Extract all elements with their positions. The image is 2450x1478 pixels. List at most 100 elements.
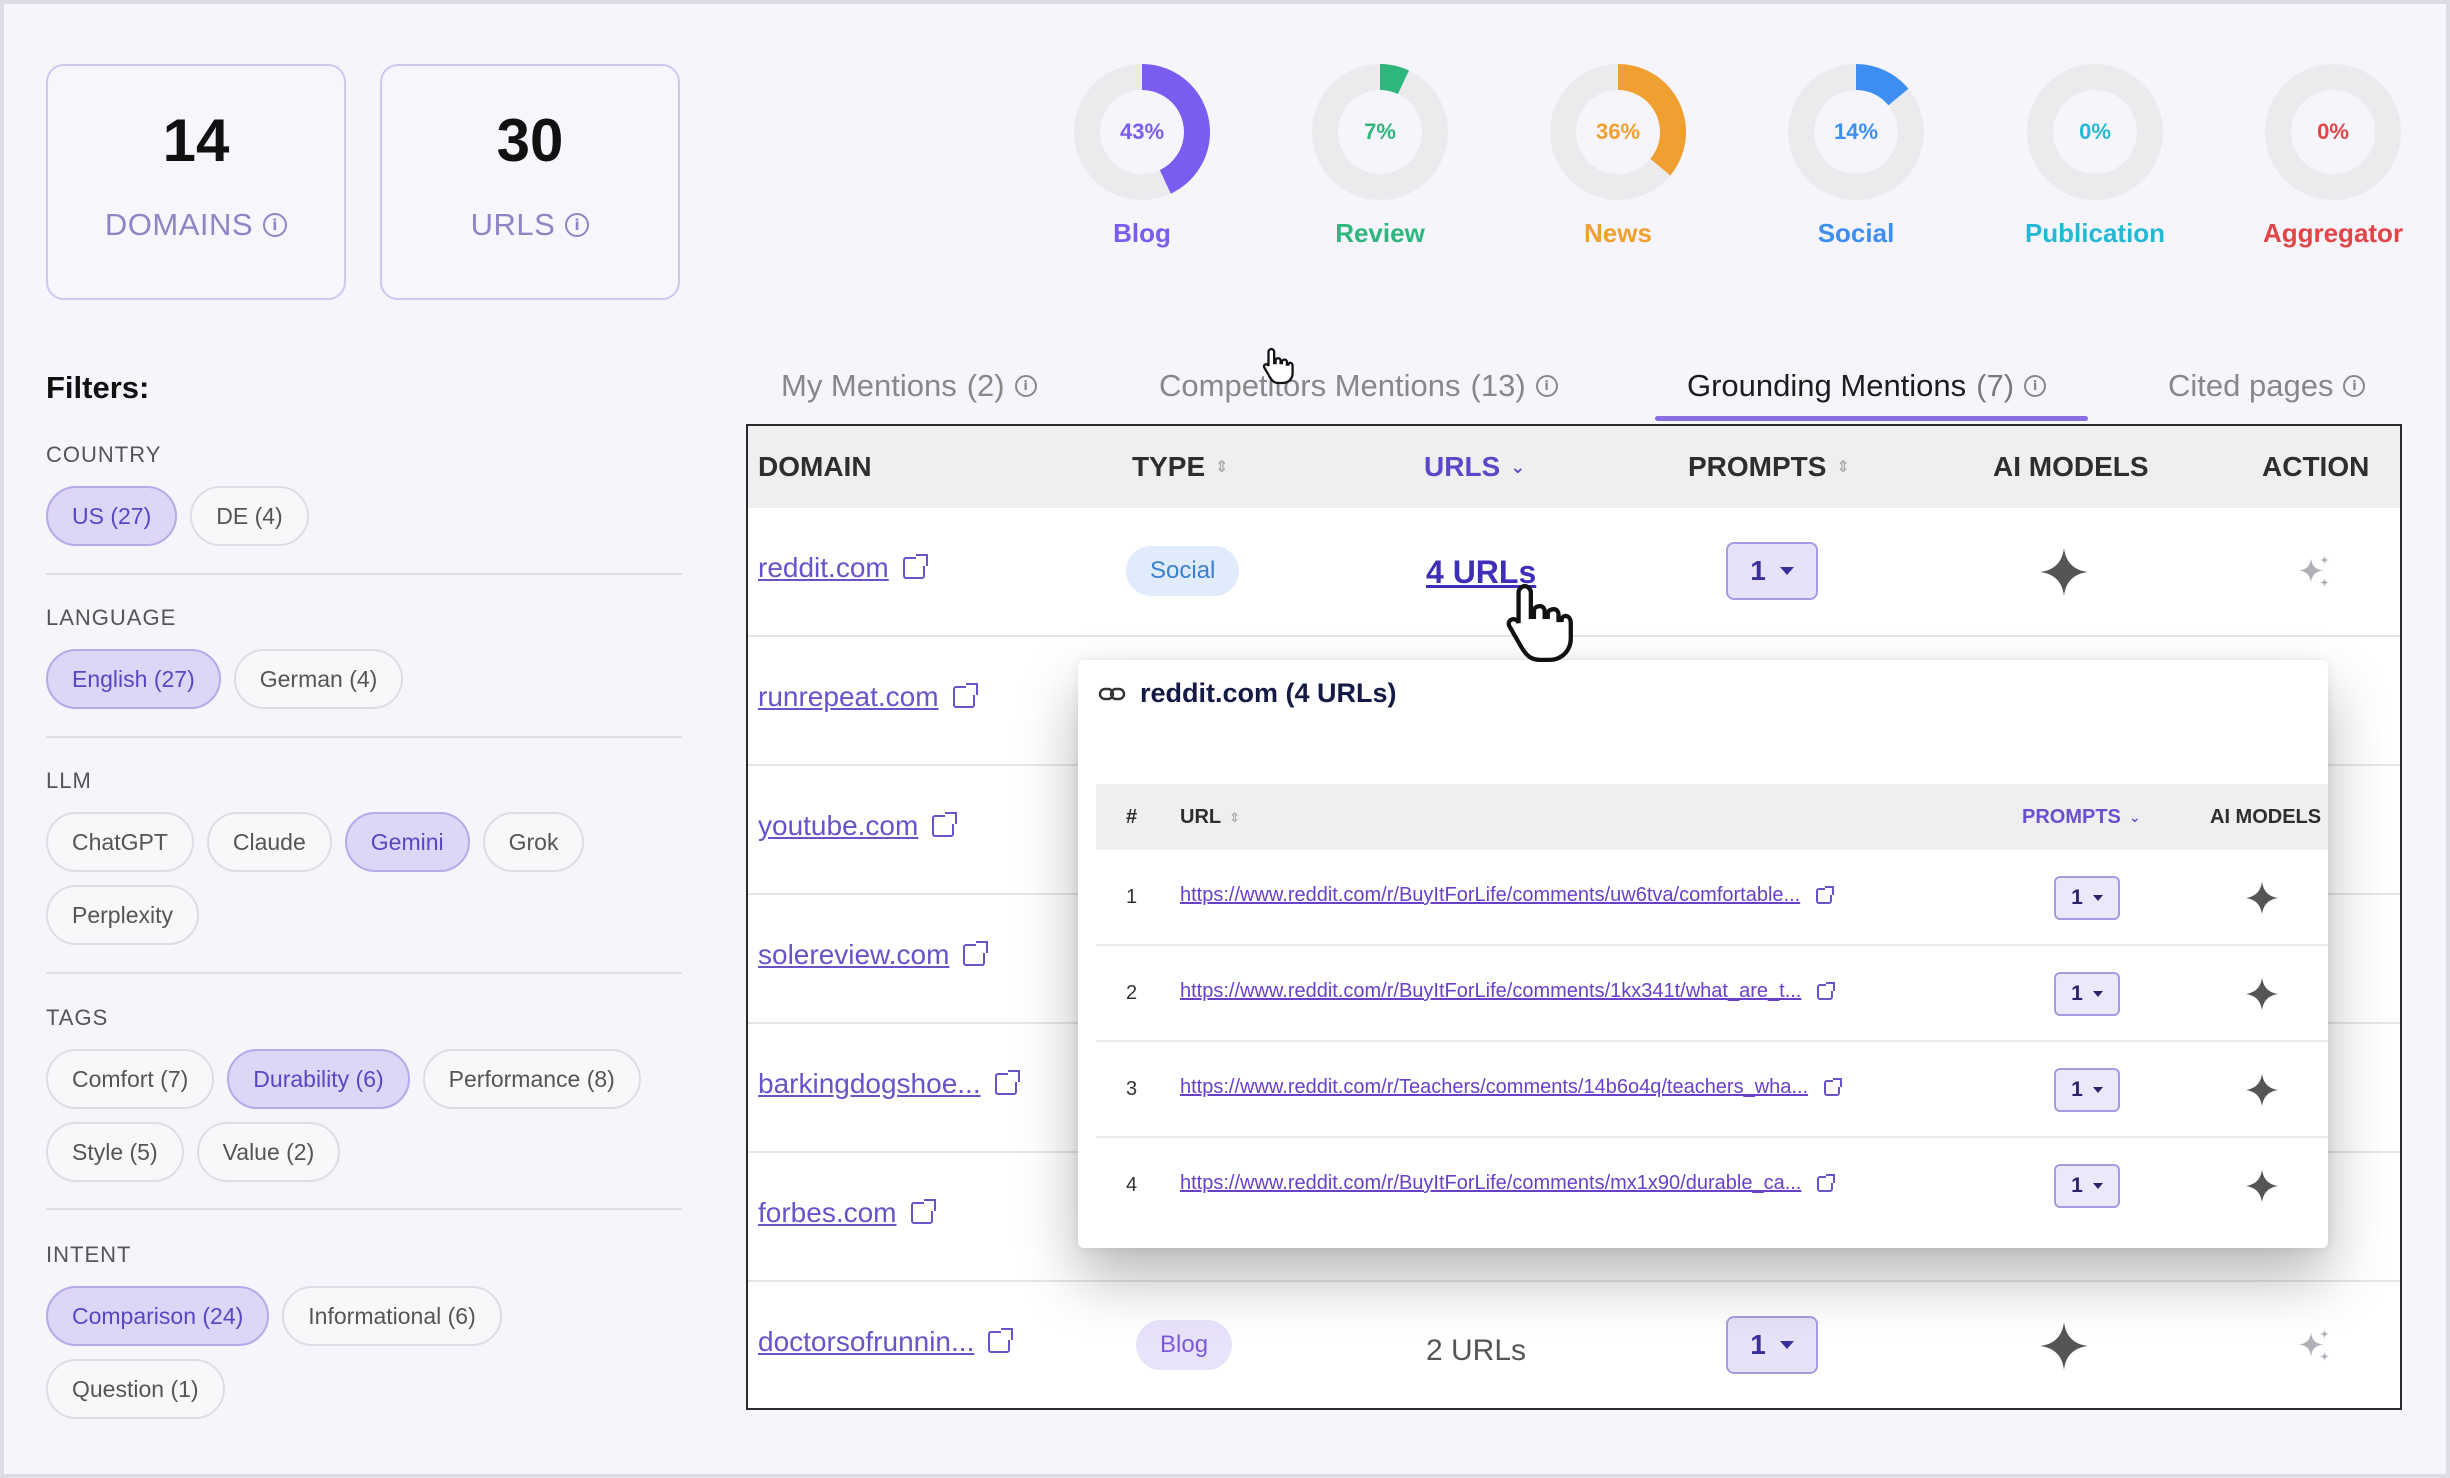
prompts-value: 1 bbox=[2071, 1078, 2083, 1101]
chip-us[interactable]: US (27) bbox=[46, 486, 178, 546]
domain-link[interactable]: runrepeat.com bbox=[758, 681, 978, 713]
urls-label: URLS bbox=[470, 207, 556, 242]
url-link[interactable]: https://www.reddit.com/r/Teachers/commen… bbox=[1180, 1076, 1843, 1099]
prompts-dropdown[interactable]: 1 bbox=[2054, 1164, 2120, 1208]
external-link-icon bbox=[994, 1070, 1020, 1095]
domains-label: DOMAINS bbox=[104, 207, 254, 242]
filter-language: LANGUAGE English (27) German (4) bbox=[46, 605, 682, 709]
chip-comfort[interactable]: Comfort (7) bbox=[46, 1049, 215, 1109]
info-icon[interactable]: i bbox=[263, 213, 288, 237]
domain-link[interactable]: reddit.com bbox=[758, 552, 928, 584]
url-text: https://www.reddit.com/r/BuyItForLife/co… bbox=[1180, 980, 1802, 1002]
domain-name: youtube.com bbox=[758, 810, 919, 841]
chip-style[interactable]: Style (5) bbox=[46, 1122, 184, 1182]
popup-col-prompts[interactable]: PROMPTS ⌄ bbox=[2022, 806, 2141, 829]
donut-news-pct: 36% bbox=[1595, 119, 1641, 144]
info-icon[interactable]: i bbox=[1535, 375, 1558, 397]
popup-col-url[interactable]: URL ⇕ bbox=[1180, 806, 1240, 829]
url-link[interactable]: https://www.reddit.com/r/BuyItForLife/co… bbox=[1180, 980, 1836, 1003]
tab-grounding-label: Grounding Mentions bbox=[1687, 368, 1967, 403]
popup-table-header: # URL ⇕ PROMPTS ⌄ AI MODELS bbox=[1096, 784, 2328, 850]
tab-grounding-mentions[interactable]: Grounding Mentions (7) i bbox=[1687, 368, 2047, 404]
col-urls-label: URLS bbox=[1424, 451, 1501, 482]
col-type-label: TYPE bbox=[1132, 451, 1206, 482]
col-prompts[interactable]: PROMPTS ⇕ bbox=[1688, 451, 1850, 483]
external-link-icon bbox=[1824, 1077, 1843, 1096]
tab-competitors-count: (13) bbox=[1470, 368, 1526, 403]
popup-url-row: 4 https://www.reddit.com/r/BuyItForLife/… bbox=[1096, 1138, 2328, 1234]
col-prompts-label: PROMPTS bbox=[1688, 451, 1827, 482]
donut-news[interactable]: 36% News bbox=[1538, 62, 1698, 249]
chip-chatgpt[interactable]: ChatGPT bbox=[46, 812, 194, 872]
donut-social-pct: 14% bbox=[1833, 119, 1879, 144]
info-icon[interactable]: i bbox=[2024, 375, 2047, 397]
url-link[interactable]: https://www.reddit.com/r/BuyItForLife/co… bbox=[1180, 884, 1835, 907]
chip-durability[interactable]: Durability (6) bbox=[227, 1049, 410, 1109]
chip-performance[interactable]: Performance (8) bbox=[422, 1049, 641, 1109]
chip-question[interactable]: Question (1) bbox=[46, 1359, 225, 1419]
filter-llm-heading: LLM bbox=[46, 768, 92, 793]
chip-perplexity[interactable]: Perplexity bbox=[46, 885, 199, 945]
chip-grok[interactable]: Grok bbox=[482, 812, 585, 872]
info-icon[interactable]: i bbox=[565, 213, 590, 237]
tab-grounding-count: (7) bbox=[1976, 368, 2015, 403]
col-urls[interactable]: URLS ⌄ bbox=[1424, 451, 1525, 483]
divider bbox=[46, 972, 682, 974]
domains-count: 14 bbox=[162, 107, 230, 174]
donut-publication-pct: 0% bbox=[2079, 119, 2111, 144]
sparkle-action-icon[interactable] bbox=[2296, 554, 2332, 590]
donut-social[interactable]: 14% Social bbox=[1776, 62, 1936, 249]
caret-down-icon bbox=[2092, 991, 2103, 997]
url-text: https://www.reddit.com/r/BuyItForLife/co… bbox=[1180, 884, 1801, 906]
domain-link[interactable]: solereview.com bbox=[758, 939, 989, 971]
prompts-value: 1 bbox=[1750, 1329, 1766, 1360]
tab-my-mentions-count: (2) bbox=[966, 368, 1005, 403]
domain-link[interactable]: youtube.com bbox=[758, 810, 958, 842]
domain-link[interactable]: doctorsofrunnin... bbox=[758, 1326, 1014, 1358]
prompts-dropdown[interactable]: 1 bbox=[2054, 1068, 2120, 1112]
donut-social-label: Social bbox=[1817, 218, 1895, 248]
filter-intent-heading: INTENT bbox=[46, 1242, 132, 1267]
chip-claude[interactable]: Claude bbox=[206, 812, 332, 872]
donut-publication[interactable]: 0% Publication bbox=[2015, 62, 2175, 249]
popup-url-row: 3 https://www.reddit.com/r/Teachers/comm… bbox=[1096, 1042, 2328, 1138]
prompts-value: 1 bbox=[2071, 886, 2083, 909]
tab-my-mentions[interactable]: My Mentions (2) i bbox=[781, 368, 1037, 404]
chip-comparison[interactable]: Comparison (24) bbox=[46, 1286, 270, 1346]
chip-value[interactable]: Value (2) bbox=[196, 1122, 341, 1182]
external-link-icon bbox=[932, 812, 958, 837]
urls-card: 30 URLS i bbox=[380, 64, 680, 300]
popup-col-num: # bbox=[1126, 806, 1138, 828]
info-icon[interactable]: i bbox=[2343, 375, 2366, 397]
donut-review-pct: 7% bbox=[1364, 119, 1396, 144]
chip-de[interactable]: DE (4) bbox=[190, 486, 309, 546]
chip-english[interactable]: English (27) bbox=[46, 649, 221, 709]
donut-blog-label: Blog bbox=[1113, 218, 1171, 248]
popup-url-row: 2 https://www.reddit.com/r/BuyItForLife/… bbox=[1096, 946, 2328, 1042]
domain-link[interactable]: barkingdogshoe... bbox=[758, 1068, 1020, 1100]
sparkle-action-icon[interactable] bbox=[2296, 1328, 2332, 1364]
tab-competitors-mentions[interactable]: Competitors Mentions (13) i bbox=[1159, 368, 1558, 404]
url-link[interactable]: https://www.reddit.com/r/BuyItForLife/co… bbox=[1180, 1172, 1836, 1195]
chip-german[interactable]: German (4) bbox=[233, 649, 404, 709]
donut-blog[interactable]: 43% Blog bbox=[1062, 62, 1222, 249]
tab-cited-pages[interactable]: Cited pages i bbox=[2168, 368, 2366, 404]
filter-tags: TAGS Comfort (7) Durability (6) Performa… bbox=[46, 1005, 682, 1182]
prompts-dropdown[interactable]: 1 bbox=[1726, 542, 1818, 600]
chip-informational[interactable]: Informational (6) bbox=[282, 1286, 502, 1346]
donut-aggregator[interactable]: 0% Aggregator bbox=[2253, 62, 2413, 249]
prompts-dropdown[interactable]: 1 bbox=[2054, 876, 2120, 920]
donut-review[interactable]: 7% Review bbox=[1300, 62, 1460, 249]
prompts-dropdown[interactable]: 1 bbox=[2054, 972, 2120, 1016]
filters-title: Filters: bbox=[46, 370, 150, 405]
prompts-dropdown[interactable]: 1 bbox=[1726, 1316, 1818, 1374]
urls-count: 2 URLs bbox=[1426, 1334, 1527, 1367]
col-ai-models: AI MODELS bbox=[1993, 451, 2149, 482]
table-row: doctorsofrunnin... Blog 2 URLs 1 bbox=[748, 1282, 2400, 1408]
sort-icon: ⇕ bbox=[1836, 459, 1850, 476]
col-type[interactable]: TYPE ⇕ bbox=[1132, 451, 1229, 483]
col-domain: DOMAIN bbox=[758, 451, 872, 482]
chip-gemini[interactable]: Gemini bbox=[344, 812, 470, 872]
domain-link[interactable]: forbes.com bbox=[758, 1197, 936, 1229]
info-icon[interactable]: i bbox=[1014, 375, 1037, 397]
